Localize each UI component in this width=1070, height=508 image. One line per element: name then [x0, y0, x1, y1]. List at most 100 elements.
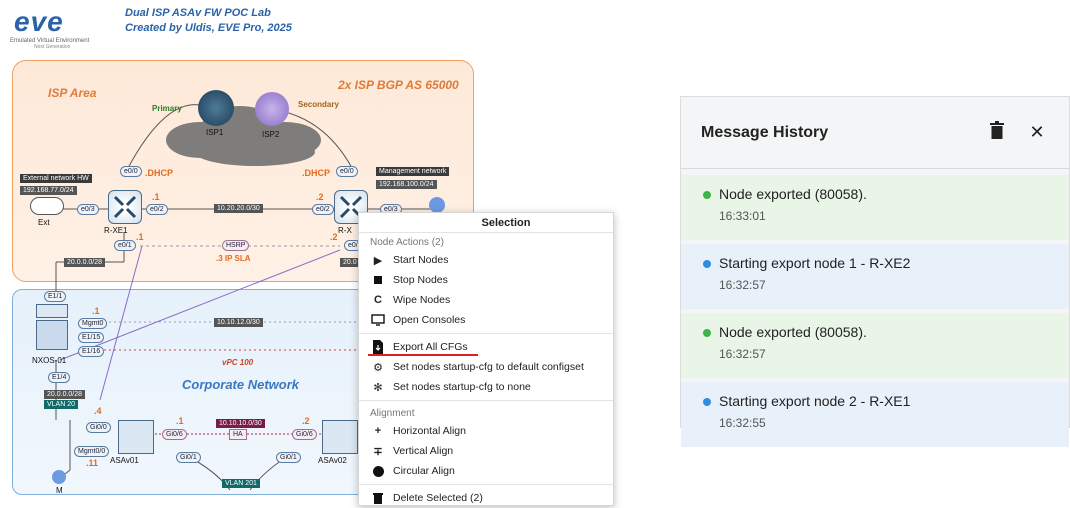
asav01-label: ASAv01	[110, 456, 139, 465]
isp-bgp-label: 2x ISP BGP AS 65000	[338, 78, 459, 92]
menu-start-nodes[interactable]: ▶ Start Nodes	[359, 250, 613, 270]
rxe1-dot1: .1	[136, 232, 144, 242]
asav-dot4: .4	[94, 406, 102, 416]
circle-icon	[371, 464, 385, 478]
menu-horizontal-align[interactable]: + Horizontal Align	[359, 421, 613, 441]
port-e1-16: E1/16	[78, 346, 105, 357]
ext-label: Ext	[38, 218, 50, 227]
menu-item-label: Horizontal Align	[393, 425, 466, 437]
menu-item-label: Open Consoles	[393, 314, 466, 326]
subnet-28-left: 20.0.0.0/28	[64, 258, 106, 267]
ext-cloud-icon[interactable]	[30, 197, 64, 215]
asav02-label: ASAv02	[318, 456, 347, 465]
isp2-label: ISP2	[262, 130, 280, 139]
hsrp-label: HSRP	[222, 240, 250, 251]
ext-network-label: External network HW	[20, 174, 92, 183]
port-e03-left: e0/3	[77, 204, 99, 215]
message-time: 16:33:01	[719, 209, 766, 223]
nxos-label: NXOS-01	[32, 356, 67, 365]
port-e02-left: e0/2	[146, 204, 168, 215]
node-actions-header: Node Actions (2)	[370, 237, 444, 248]
secondary-label: Secondary	[298, 100, 339, 109]
ha-dot1: .1	[176, 416, 184, 426]
horizontal-align-icon: +	[374, 425, 382, 437]
menu-open-consoles[interactable]: Open Consoles	[359, 310, 613, 330]
menu-item-label: Set nodes startup-cfg to default configs…	[393, 361, 584, 373]
ha-subnet: 10.10.10.0/30	[216, 419, 265, 428]
gear-off-icon: ✻	[373, 381, 383, 394]
stop-icon	[371, 273, 385, 287]
port-e1-1: E1/1	[44, 291, 67, 302]
corporate-label: Corporate Network	[182, 377, 300, 392]
refresh-icon: C	[374, 294, 382, 306]
mgmt-node-icon[interactable]	[429, 197, 445, 213]
rxe1-label: R-XE1	[104, 226, 128, 235]
asav02-firewall-icon[interactable]	[322, 420, 358, 454]
trash-icon	[990, 121, 1004, 144]
menu-divider	[359, 400, 613, 401]
rxe2-dot2: .2	[330, 232, 338, 242]
message-text: Starting export node 2 - R-XE1	[719, 393, 911, 409]
export-highlight-underline	[368, 354, 478, 356]
menu-set-startup-none[interactable]: ✻ Set nodes startup-cfg to none	[359, 377, 613, 397]
vlan20-label: VLAN 20	[44, 400, 79, 409]
port-e00-left: e0/0	[120, 166, 142, 177]
menu-item-label: Vertical Align	[393, 445, 454, 457]
dot1-wan: .1	[152, 192, 160, 202]
menu-set-startup-default[interactable]: ⚙ Set nodes startup-cfg to default confi…	[359, 357, 613, 377]
isp1-label: ISP1	[206, 128, 224, 137]
port-e01-left: e0/1	[114, 240, 136, 251]
ha-label: HA	[229, 429, 247, 440]
message-text: Node exported (80058).	[719, 186, 867, 202]
port-e1-15: E1/15	[78, 332, 105, 343]
dot2-wan: .2	[316, 192, 324, 202]
asav01-firewall-icon[interactable]	[118, 420, 154, 454]
menu-item-label: Circular Align	[393, 465, 455, 477]
menu-item-label: Delete Selected (2)	[393, 492, 483, 504]
message-list: Node exported (80058). 16:33:01 Starting…	[681, 169, 1069, 447]
menu-vertical-align[interactable]: ∓ Vertical Align	[359, 441, 613, 461]
message-text: Node exported (80058).	[719, 324, 867, 340]
close-icon: ✕	[1029, 122, 1045, 142]
port-gi01-right: Gi0/1	[276, 452, 301, 463]
file-export-icon	[371, 340, 385, 354]
play-icon: ▶	[373, 254, 383, 267]
vlan201-label: VLAN 201	[222, 479, 260, 488]
close-panel-button[interactable]: ✕	[1017, 113, 1057, 153]
vertical-align-icon: ∓	[373, 445, 383, 458]
port-mgmt00: Mgmt0/0	[74, 446, 110, 457]
isp2-globe-icon[interactable]	[255, 92, 289, 126]
isp-area-label: ISP Area	[48, 86, 97, 100]
mgmt-network-ip: 192.168.100.0/24	[376, 180, 437, 189]
menu-item-label: Wipe Nodes	[393, 294, 451, 306]
isp1-globe-icon[interactable]	[198, 90, 234, 126]
rxe2-label: R-X	[338, 226, 352, 235]
menu-wipe-nodes[interactable]: C Wipe Nodes	[359, 290, 613, 310]
status-dot	[703, 398, 711, 406]
menu-circular-align[interactable]: Circular Align	[359, 461, 613, 481]
subnet-28-right: 20.0	[340, 258, 360, 267]
menu-stop-nodes[interactable]: Stop Nodes	[359, 270, 613, 290]
ipsla-label: .3 IP SLA	[216, 254, 251, 263]
ext-network-ip: 192.168.77.0/24	[20, 186, 77, 195]
menu-item-label: Start Nodes	[393, 254, 449, 266]
status-dot	[703, 329, 711, 337]
internet-cloud	[166, 106, 321, 166]
asav-dot11: .11	[86, 458, 99, 468]
menu-delete-selected[interactable]: Delete Selected (2)	[359, 488, 613, 508]
status-dot	[703, 191, 711, 199]
nxos-switch-icon[interactable]	[36, 320, 68, 350]
clear-messages-button[interactable]	[977, 113, 1017, 153]
message-time: 16:32:55	[719, 416, 766, 430]
message-history-header: Message History ✕	[681, 97, 1069, 169]
dhcp-left: .DHCP	[145, 168, 174, 178]
switch-top-icon[interactable]	[36, 304, 68, 318]
port-e02-right: e0/2	[312, 204, 334, 215]
router-rxe1-icon[interactable]	[108, 190, 142, 224]
status-dot	[703, 260, 711, 268]
gear-cfg-icon: ⚙	[373, 361, 383, 374]
port-e1-4: E1/4	[48, 372, 71, 383]
m-node-icon[interactable]	[52, 470, 66, 484]
nxos-dot1: .1	[92, 306, 100, 316]
selection-context-menu: Selection Node Actions (2) ▶ Start Nodes…	[358, 212, 614, 506]
